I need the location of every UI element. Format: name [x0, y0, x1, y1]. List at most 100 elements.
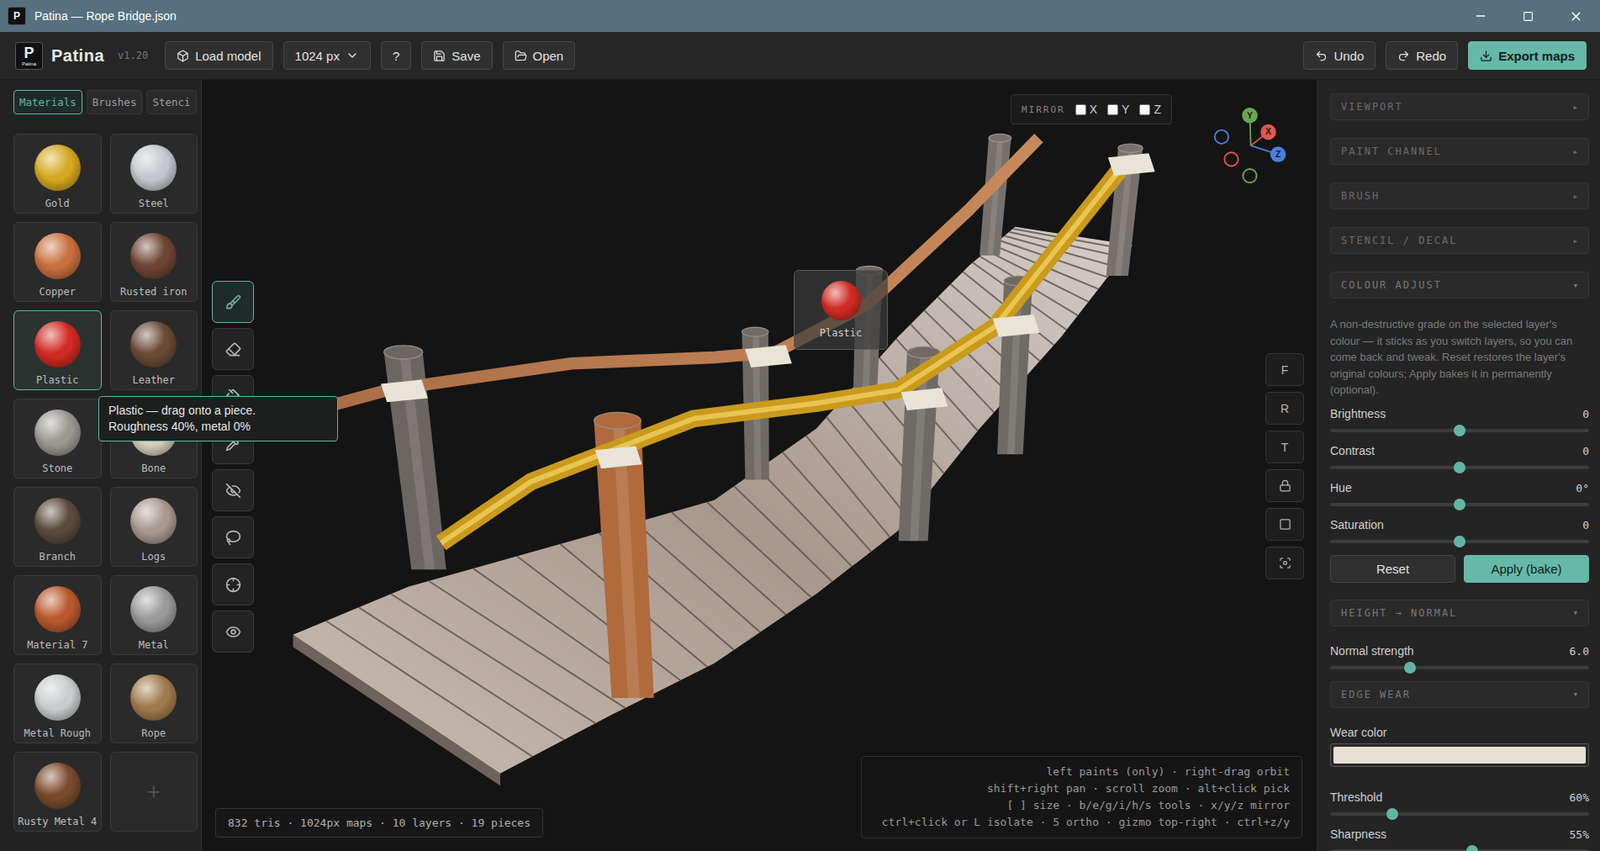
- checkbox[interactable]: [1107, 104, 1119, 116]
- section-header[interactable]: COLOUR ADJUST▾: [1330, 271, 1590, 299]
- toolbar-button[interactable]: Load model: [164, 41, 273, 70]
- mirror-axis[interactable]: Y: [1107, 102, 1130, 117]
- mirror-axis[interactable]: X: [1075, 102, 1098, 117]
- slider-track[interactable]: [1330, 662, 1590, 673]
- slider-value: 6.0: [1569, 644, 1590, 658]
- close-button[interactable]: [1552, 0, 1600, 32]
- material-card[interactable]: Rusted iron: [110, 221, 199, 302]
- material-card[interactable]: Copper: [13, 221, 102, 302]
- slider-track[interactable]: [1330, 536, 1590, 547]
- tool-button[interactable]: [211, 280, 254, 323]
- tool-button[interactable]: [211, 469, 254, 512]
- material-card[interactable]: Metal: [110, 575, 199, 655]
- toolbar-button[interactable]: ?: [380, 41, 412, 70]
- minimize-button[interactable]: [1456, 0, 1505, 32]
- maximize-button[interactable]: [1504, 0, 1553, 32]
- sidebar-tab[interactable]: Stenci: [146, 89, 196, 115]
- view-button[interactable]: T: [1265, 430, 1305, 464]
- view-button[interactable]: [1265, 507, 1305, 541]
- add-material-button[interactable]: +: [110, 751, 199, 832]
- material-card[interactable]: Rusty Metal 4: [13, 751, 102, 832]
- reset-button[interactable]: Reset: [1330, 554, 1456, 583]
- button-icon: [433, 49, 446, 63]
- tool-strip: [211, 280, 254, 653]
- checkbox[interactable]: [1139, 104, 1151, 116]
- mirror-axis[interactable]: Z: [1139, 102, 1162, 117]
- tool-button[interactable]: [211, 610, 254, 653]
- view-button[interactable]: [1265, 469, 1305, 502]
- section-header[interactable]: HEIGHT → NORMAL▾: [1330, 599, 1590, 627]
- material-ball-icon: [130, 497, 177, 544]
- slider-thumb[interactable]: [1453, 424, 1466, 437]
- minimize-icon: [1473, 9, 1488, 23]
- material-card[interactable]: Rope: [110, 663, 199, 744]
- tool-button[interactable]: [211, 327, 254, 370]
- material-ball-icon: [821, 280, 861, 321]
- slider-row: Brightness0: [1330, 406, 1590, 436]
- apply-button[interactable]: Apply (bake): [1463, 554, 1590, 583]
- tool-button[interactable]: [211, 563, 254, 606]
- slider-track[interactable]: [1330, 462, 1590, 473]
- material-label: Gold: [45, 197, 70, 210]
- material-card[interactable]: Metal Rough: [13, 663, 102, 744]
- material-card[interactable]: Stone: [13, 398, 102, 479]
- material-card[interactable]: Plastic: [13, 310, 102, 391]
- axis-gizmo[interactable]: YXZ: [1209, 102, 1290, 187]
- button-row: ResetApply (bake): [1330, 554, 1590, 583]
- slider-thumb[interactable]: [1453, 461, 1466, 474]
- slider-thumb[interactable]: [1453, 498, 1466, 511]
- export-button[interactable]: Export maps: [1467, 41, 1587, 70]
- hint-line: [ ] size · b/e/g/i/h/s tools · x/y/z mir…: [1006, 797, 1290, 814]
- toolbar-button[interactable]: Save: [421, 41, 492, 70]
- bridge-model[interactable]: [201, 79, 1317, 851]
- material-label: Leather: [132, 374, 175, 386]
- slider-thumb[interactable]: [1453, 535, 1466, 548]
- material-card[interactable]: Gold: [13, 133, 102, 214]
- checkbox[interactable]: [1075, 104, 1087, 116]
- toolbar-button[interactable]: Undo: [1303, 41, 1376, 70]
- material-ball-icon: [130, 586, 177, 633]
- slider-value: 55%: [1569, 828, 1590, 841]
- section-header[interactable]: BRUSH▸: [1330, 182, 1590, 210]
- toolbar-button[interactable]: Redo: [1385, 41, 1458, 70]
- slider-track[interactable]: [1330, 845, 1590, 851]
- slider-row: Hue0°: [1330, 480, 1590, 510]
- material-card[interactable]: Material 7: [13, 575, 102, 655]
- view-buttons: FRT: [1265, 353, 1305, 580]
- button-icon: [1314, 49, 1328, 63]
- tool-button[interactable]: [211, 516, 254, 559]
- section-header[interactable]: PAINT CHANNEL▸: [1330, 137, 1590, 165]
- slider-thumb[interactable]: [1466, 844, 1479, 851]
- resolution-select[interactable]: 1024 px: [283, 41, 371, 70]
- slider-track[interactable]: [1330, 425, 1590, 436]
- material-ball-icon: [34, 409, 81, 456]
- material-label: Rusted iron: [120, 285, 187, 298]
- section-header[interactable]: STENCIL / DECAL▸: [1330, 227, 1590, 254]
- view-button[interactable]: F: [1265, 353, 1305, 386]
- button-icon: [1479, 49, 1493, 63]
- slider-thumb[interactable]: [1404, 661, 1416, 674]
- material-card[interactable]: Branch: [13, 486, 102, 567]
- toolbar-button[interactable]: Open: [502, 41, 576, 70]
- slider-label: Threshold: [1330, 790, 1383, 804]
- view-button[interactable]: R: [1265, 391, 1305, 425]
- section-description: A non-destructive grade on the selected …: [1330, 316, 1590, 399]
- sidebar-tab[interactable]: Brushes: [86, 89, 143, 115]
- color-label: Wear color: [1330, 725, 1590, 740]
- hint-line: shift+right pan · scroll zoom · alt+clic…: [987, 780, 1290, 798]
- viewport[interactable]: MIRRORXYZYXZFRTPlastic832 tris · 1024px …: [201, 79, 1317, 851]
- material-card[interactable]: Logs: [110, 486, 199, 567]
- sidebar-tab[interactable]: Materials: [13, 89, 83, 115]
- material-card[interactable]: Steel: [110, 133, 199, 214]
- material-label: Stone: [42, 462, 73, 475]
- view-button[interactable]: [1265, 546, 1305, 580]
- color-field[interactable]: [1330, 743, 1590, 767]
- material-card[interactable]: Leather: [110, 310, 199, 391]
- section-header[interactable]: EDGE WEAR▾: [1330, 681, 1590, 708]
- slider-track[interactable]: [1330, 808, 1590, 819]
- slider-track[interactable]: [1330, 499, 1590, 510]
- color-swatch: [1333, 746, 1586, 764]
- slider-thumb[interactable]: [1386, 807, 1399, 820]
- eye-off-icon: [225, 482, 242, 499]
- section-header[interactable]: VIEWPORT▸: [1330, 93, 1590, 121]
